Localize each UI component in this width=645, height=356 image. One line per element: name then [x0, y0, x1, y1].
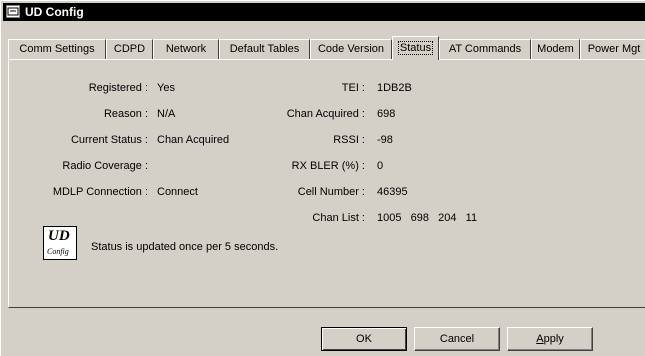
tab-power-mgt[interactable]: Power Mgt — [580, 39, 645, 59]
cell-number-label: Cell Number : — [297, 186, 365, 198]
registered-value: Yes — [157, 82, 175, 94]
radio-coverage-label: Radio Coverage : — [62, 160, 148, 172]
registered-label: Registered : — [88, 82, 148, 94]
tei-label: TEI : — [341, 82, 365, 94]
tei-value: 1DB2B — [377, 82, 412, 94]
logo-small-text: Config — [47, 247, 69, 256]
cancel-button[interactable]: Cancel — [414, 327, 500, 351]
status-panel — [8, 59, 645, 308]
window-title: UD Config — [25, 5, 84, 19]
cell-number-value: 46395 — [377, 186, 408, 198]
mdlp-connection-value: Connect — [157, 186, 198, 198]
apply-label-rest: pply — [543, 333, 564, 345]
logo-big-text: UD — [48, 228, 70, 244]
tab-cdpd[interactable]: CDPD — [106, 39, 153, 59]
tab-code-version[interactable]: Code Version — [310, 39, 392, 59]
reason-label: Reason : — [103, 108, 148, 120]
reason-value: N/A — [157, 108, 176, 120]
app-icon — [6, 5, 20, 18]
tab-default-tables[interactable]: Default Tables — [219, 39, 310, 59]
chan-list-label: Chan List : — [312, 212, 365, 224]
current-status-value: Chan Acquired — [157, 134, 230, 146]
title-bar[interactable]: UD Config — [3, 3, 645, 21]
tab-network[interactable]: Network — [153, 39, 219, 59]
current-status-label: Current Status : — [70, 134, 148, 146]
tab-comm-settings[interactable]: Comm Settings — [8, 39, 106, 59]
tab-modem[interactable]: Modem — [531, 39, 580, 59]
rssi-label: RSSI : — [333, 134, 365, 146]
tab-at-commands[interactable]: AT Commands — [439, 39, 531, 59]
status-update-note: Status is updated once per 5 seconds. — [91, 241, 279, 253]
rx-bler-value: 0 — [377, 160, 384, 172]
ud-config-window: UD Config Comm Settings CDPD Network Def… — [0, 0, 645, 356]
chan-acquired-value: 698 — [377, 108, 396, 120]
chan-acquired-label: Chan Acquired : — [286, 108, 365, 120]
apply-accelerator: A — [536, 333, 544, 345]
tab-status[interactable]: Status — [392, 36, 439, 60]
rx-bler-label: RX BLER (%) : — [291, 160, 365, 172]
ok-button[interactable]: OK — [321, 327, 407, 351]
chan-list-value: 1005 698 204 11 — [377, 212, 478, 224]
mdlp-connection-label: MDLP Connection : — [52, 186, 148, 198]
ud-config-logo-icon: UD Config — [43, 226, 77, 260]
tab-strip: Comm Settings CDPD Network Default Table… — [8, 36, 645, 60]
apply-button[interactable]: Apply — [507, 327, 593, 351]
rssi-value: -98 — [377, 134, 393, 146]
